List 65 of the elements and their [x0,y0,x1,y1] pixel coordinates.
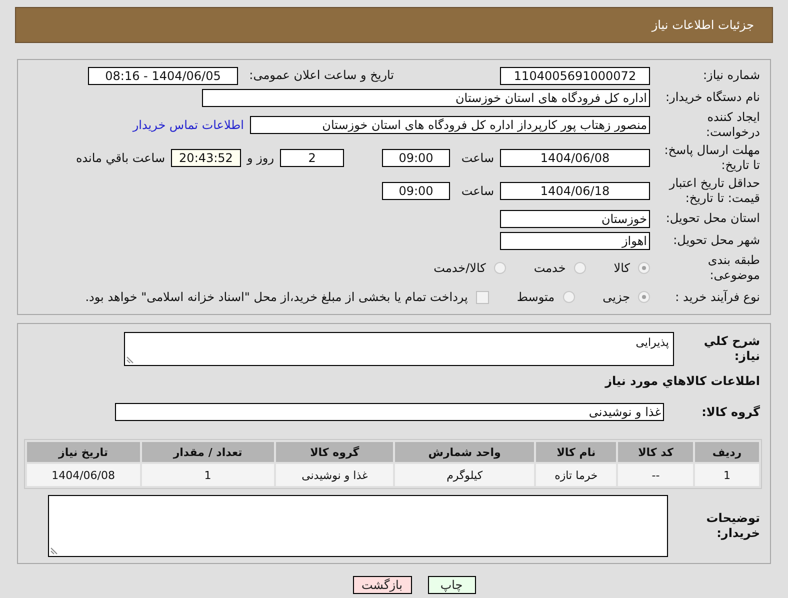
radio-button[interactable] [494,262,506,274]
field-label: حداقل تاریخ اعتبار قیمت: تا تاریخ: [668,176,760,206]
need-number-field: 1104005691000072 [500,66,650,84]
field-label: شهر محل تحویل: [672,233,760,248]
print-button[interactable]: چاپ [428,576,476,594]
remaining-time-field: 20:43:52 [171,149,241,167]
option-label: کالا [614,261,630,275]
option-label: کالا/خدمت [434,261,486,275]
deadline-time-field: 09:00 [382,149,450,167]
creator-field: منصور زهتاب پور کارپرداز اداره کل فرودگاه های استان خوزستان [250,116,650,134]
field-label: گروه کالا: [700,404,760,420]
field-label: شماره نیاز: [702,68,760,83]
field-label: تاریخ و ساعت اعلان عمومی: [248,68,394,83]
contact-link[interactable]: اطلاعات تماس خریدار [132,118,244,132]
column-header: ردیف [694,442,759,462]
validity-time-field: 09:00 [382,182,450,200]
days-field: 2 [280,149,344,167]
column-header: تاریخ نیاز [27,442,140,462]
table-cell: کیلوگرم [395,464,534,486]
field-label: نام دستگاه خریدار: [664,90,760,105]
field-label: توضیحات خریدار: [705,511,760,541]
checkbox[interactable] [476,290,489,304]
announce-date-field: 1404/06/05 - 08:16 [88,66,238,84]
table-cell: -- [618,464,693,486]
resize-grip-icon [126,356,134,364]
column-header: نام کالا [536,442,616,462]
option-label: خدمت [534,261,566,275]
page-title: جزئیات اطلاعات نیاز [652,18,754,32]
resize-grip-icon [50,547,58,555]
radio-button[interactable] [638,262,650,274]
table-cell: 1 [694,464,759,486]
field-label: ایجاد کننده درخواست: [705,110,760,140]
table-cell: خرما تازه [536,464,616,486]
radio-button[interactable] [574,262,586,274]
option-label: جزیی [602,290,630,304]
field-label: طبقه بندی موضوعی: [706,253,760,283]
deadline-date-field: 1404/06/08 [500,149,650,167]
remaining-label: ساعت باقي مانده [76,151,165,165]
back-button[interactable]: بازگشت [352,576,412,594]
field-label: شرح کلي نياز: [702,334,760,364]
treasury-label: پرداخت تمام یا بخشی از مبلغ خرید،از محل "اسناد خزانه اسلامی" خواهد بود. [85,290,468,304]
column-header: واحد شمارش [395,442,534,462]
goods-group-field: غذا و نوشیدنی [115,403,664,421]
radio-button[interactable] [638,291,650,303]
column-header: کد کالا [618,442,693,462]
table-cell: غذا و نوشیدنی [276,464,394,486]
buyer-notes-field[interactable] [48,495,668,557]
buyer-field: اداره کل فرودگاه های استان خوزستان [202,88,650,106]
province-field: خوزستان [500,210,650,228]
section-title: اطلاعات کالاهاي مورد نياز [604,374,760,389]
field-label: مهلت ارسال پاسخ: تا تاریخ: [663,143,760,173]
time-label: ساعت [460,151,494,165]
option-label: متوسط [516,290,555,304]
validity-date-field: 1404/06/18 [500,182,650,200]
column-header: تعداد / مقدار [142,442,274,462]
field-label: استان محل تحویل: [664,211,760,226]
field-label: نوع فرآیند خرید : [674,290,760,304]
days-label: روز و [247,151,274,165]
column-header: گروه کالا [276,442,394,462]
time-label: ساعت [460,184,494,198]
table-cell: 1404/06/08 [27,464,140,486]
description-field[interactable]: پذیرایی [124,332,674,366]
table-cell: 1 [142,464,274,486]
city-field: اهواز [500,232,650,250]
radio-button[interactable] [562,291,575,303]
